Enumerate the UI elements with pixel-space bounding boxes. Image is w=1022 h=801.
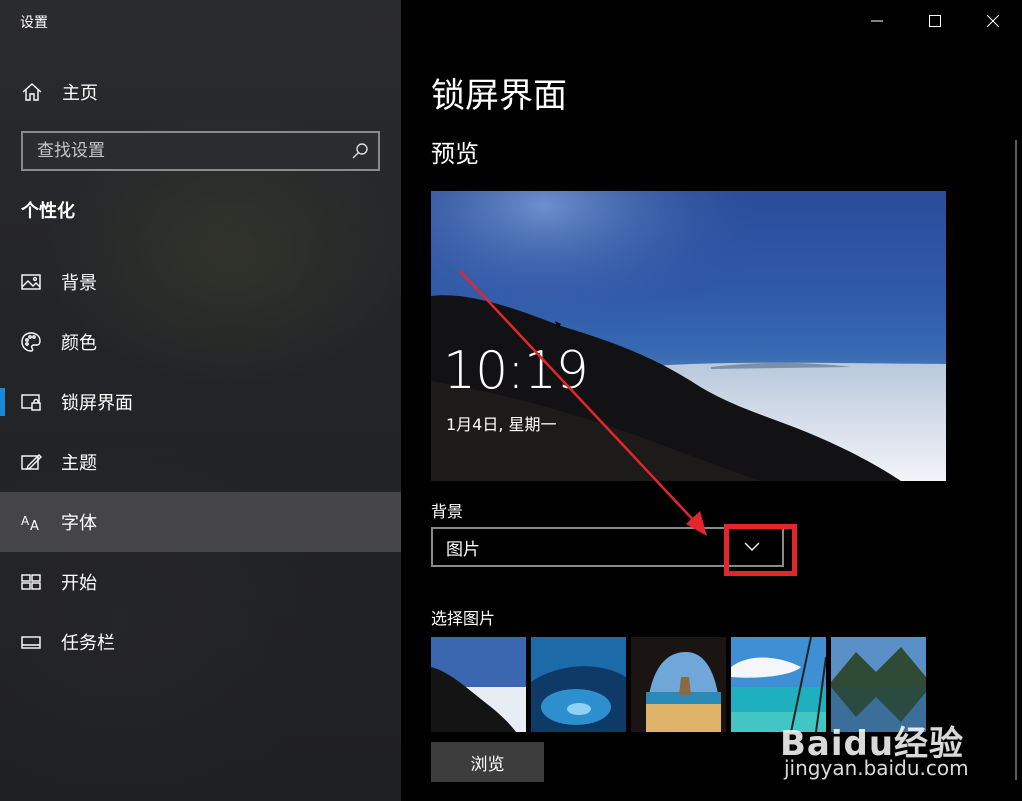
palette-icon: [21, 332, 41, 352]
sidebar-item-label: 锁屏界面: [61, 393, 133, 414]
theme-icon: [21, 454, 42, 471]
search-icon[interactable]: [351, 142, 369, 160]
sidebar-item-lock-screen[interactable]: 锁屏界面: [0, 372, 401, 432]
background-dropdown-value: 图片: [446, 539, 480, 560]
preview-heading: 预览: [431, 140, 479, 168]
content-pane: 锁屏界面 预览 10:19 1月4日, 星期一 背景 图片 选择图片 浏览: [401, 0, 1022, 801]
sidebar-item-start[interactable]: 开始: [0, 552, 401, 612]
lock-screen-icon: [21, 394, 41, 411]
choose-picture-label: 选择图片: [431, 609, 496, 628]
start-icon: [21, 574, 41, 590]
lock-date: 1月4日, 星期一: [446, 415, 557, 434]
app-title: 设置: [20, 15, 48, 31]
sidebar-item-label: 字体: [61, 513, 97, 534]
svg-text:A: A: [21, 514, 30, 528]
maximize-button[interactable]: [906, 0, 964, 42]
search-box: [21, 131, 380, 171]
lock-screen-preview: 10:19 1月4日, 星期一: [431, 191, 946, 481]
close-button[interactable]: [964, 0, 1022, 42]
thumbnail-sea-cave[interactable]: [631, 637, 726, 732]
sidebar-item-label: 背景: [61, 273, 97, 294]
maximize-icon: [929, 15, 941, 27]
svg-text:A: A: [30, 519, 39, 533]
background-label: 背景: [431, 502, 464, 521]
close-icon: [987, 15, 999, 27]
sidebar-item-label: 颜色: [61, 333, 97, 354]
page-title: 锁屏界面: [431, 76, 567, 116]
sidebar-item-background[interactable]: 背景: [0, 252, 401, 312]
font-icon: A A: [21, 514, 39, 533]
minimize-icon: [871, 20, 883, 22]
home-label: 主页: [62, 83, 98, 104]
browse-button[interactable]: 浏览: [431, 742, 544, 782]
personalization-nav: 背景 颜色 锁屏界面 主题 A A 字体 开始 任务栏: [0, 252, 401, 672]
picture-icon: [21, 274, 41, 290]
home-nav-item[interactable]: 主页: [0, 70, 401, 114]
search-input[interactable]: [23, 141, 351, 161]
thumbnail-ice-cave[interactable]: [531, 637, 626, 732]
preview-landscape-image: [431, 191, 946, 481]
minimize-button[interactable]: [848, 0, 906, 42]
sidebar-item-fonts[interactable]: A A 字体: [0, 492, 401, 552]
scrollbar[interactable]: [1015, 140, 1017, 780]
sidebar-item-taskbar[interactable]: 任务栏: [0, 612, 401, 672]
watermark-url: jingyan.baidu.com: [784, 756, 969, 780]
selection-indicator: [0, 388, 5, 416]
sidebar-item-label: 开始: [61, 573, 97, 594]
sidebar-item-label: 主题: [61, 453, 97, 474]
sidebar-item-themes[interactable]: 主题: [0, 432, 401, 492]
section-heading: 个性化: [21, 201, 75, 222]
sidebar: 设置 主页 个性化 背景 颜色: [0, 0, 401, 801]
lock-time: 10:19: [443, 341, 589, 401]
thumbnail-mountain-clouds[interactable]: [431, 637, 526, 732]
baidu-watermark: Baidu经验 jingyan.baidu.com: [780, 716, 980, 796]
annotation-highlight-box: [724, 524, 797, 576]
sidebar-item-colors[interactable]: 颜色: [0, 312, 401, 372]
home-icon: [22, 83, 42, 101]
taskbar-icon: [21, 636, 41, 649]
sidebar-item-label: 任务栏: [61, 633, 115, 654]
